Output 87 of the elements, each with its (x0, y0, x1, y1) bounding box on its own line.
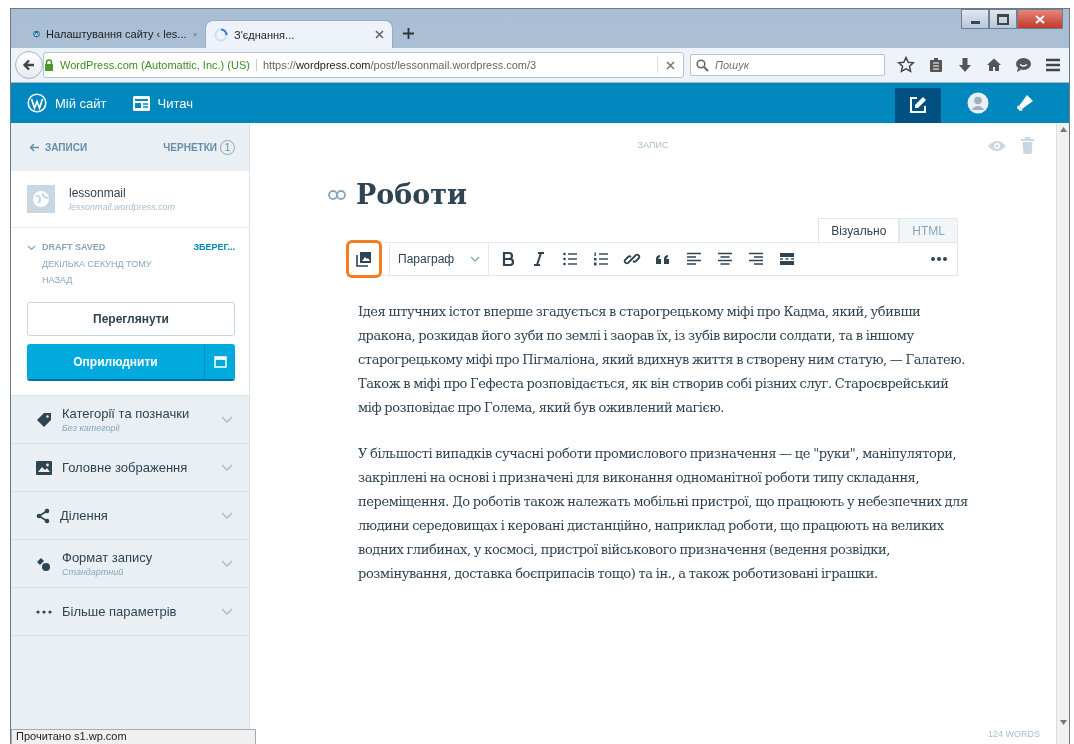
chat-icon[interactable] (1015, 57, 1032, 73)
url-text: https://wordpress.com/post/lessonmail.wordpress.com/3 (262, 59, 538, 71)
more-icon (36, 609, 52, 614)
maximize-icon[interactable] (989, 9, 1017, 29)
write-button[interactable] (895, 87, 941, 123)
section-title: Ділення (60, 508, 109, 523)
section-title: Категорії та позначки (62, 406, 191, 421)
media-icon (355, 250, 373, 268)
section-subtitle: Стандартний (62, 567, 125, 577)
sidebar-section[interactable]: Категорії та позначки Без категорії (11, 396, 249, 444)
close-tab-icon[interactable] (375, 30, 384, 39)
add-media-button[interactable] (346, 240, 382, 278)
menu-icon[interactable] (1045, 58, 1061, 72)
lock-icon (44, 59, 54, 71)
editor-mode-tab[interactable]: Візуально (818, 218, 900, 242)
scrollbar[interactable] (1056, 123, 1069, 744)
post-paragraph: У більшості випадків сучасні роботи промислового призначення — це "руки", маніпулятори, закріплені на основі і призначені для виконання одноманітної роботи типу складання, переміщення. До роботів також належать мобільні пристрої, що працюють у небезпечних для людини середовищах і керовані дистанційно, наприклад роботи, що працюють на великих водних глибинах, у космосі, пристрої військового призначення (ведення розвідки, розмінування, доставка боєприпасів тощо) та ін., а також роботизовані іграшки. (358, 445, 969, 583)
clear-icon[interactable] (666, 60, 675, 70)
calendar-icon (213, 355, 227, 368)
chevron-down-icon (221, 416, 233, 423)
site-address: lessonmail.wordpress.com (69, 202, 176, 212)
browser-tab[interactable]: Налаштування сайту ‹ les... (25, 20, 205, 48)
section-subtitle: Без категорії (62, 423, 122, 433)
back-button[interactable] (15, 51, 43, 79)
close-icon[interactable] (1017, 9, 1063, 29)
star-icon[interactable] (897, 56, 915, 74)
address-bar[interactable]: WordPress.com (Automattic, Inc.) (US) https://wordpress.com/post/lessonmail.wordpress.com/3 (43, 52, 684, 78)
download-icon[interactable] (957, 57, 973, 73)
chevron-down-icon[interactable] (27, 245, 36, 251)
ul-icon (561, 250, 579, 268)
section-title: Формат запису (62, 550, 154, 565)
format-icon (36, 555, 52, 572)
right-icon (747, 250, 765, 268)
scroll-down-icon[interactable] (1059, 720, 1067, 725)
reading-list-icon[interactable] (928, 57, 944, 73)
site-globe-icon (27, 185, 55, 213)
section-title: Головне зображення (62, 460, 189, 475)
loading-spinner-icon (214, 27, 228, 42)
format-dropdown[interactable]: Параграф (389, 243, 489, 275)
masterbar-link[interactable]: Мій сайт (27, 93, 107, 113)
link-icon[interactable] (328, 189, 346, 200)
image-icon (36, 460, 52, 475)
post-title[interactable]: Роботи (356, 179, 468, 210)
search-field[interactable]: Пошук (690, 54, 885, 76)
share-icon (36, 507, 50, 524)
chevron-down-icon (221, 512, 233, 519)
home-icon[interactable] (986, 57, 1002, 73)
site-name: lessonmail (69, 186, 127, 200)
preview-button[interactable]: Переглянути (27, 302, 235, 336)
tag-icon (36, 411, 52, 428)
chevron-down-icon (221, 608, 233, 615)
status-text: Прочитано s1.wp.com (11, 729, 256, 744)
scroll-up-icon[interactable] (1059, 127, 1067, 132)
pencil-square-icon (908, 95, 928, 115)
left-icon (685, 250, 703, 268)
post-paragraph: Ідея штучних істот вперше згадується в старогрецькому міфі про Кадма, який, убивши дракона, розкидав його зуби по землі і заорав їх, із зубів виросли солдати, та в іншому старогрецькому міфі про Пігмаліона, який вдихнув життя в створену ним статую, — Галатею. Також в міфі про Гефеста розповідається, як він створив собі різних слуг. Староєврейський міф розповідає про Голема, який був оживлений магією. (358, 303, 966, 417)
chevron-down-icon (221, 560, 233, 567)
word-count: 124 WORDS (988, 729, 1040, 739)
sidebar-section[interactable]: Формат запису Стандартний (11, 540, 249, 588)
browser-tab[interactable]: З'єднання... (205, 20, 393, 48)
tab-title: Налаштування сайту ‹ les... (46, 28, 187, 40)
minimize-icon[interactable] (961, 9, 989, 29)
chevron-down-icon (221, 464, 233, 471)
sidebar-section[interactable]: Ділення (11, 492, 249, 540)
ol-icon (592, 250, 610, 268)
section-heading: ЗАПИС (637, 140, 669, 150)
sidebar-section[interactable]: Більше параметрів (11, 588, 249, 636)
avatar-icon[interactable] (967, 92, 989, 114)
reader-icon (132, 95, 150, 111)
back-arrow-icon (22, 58, 36, 72)
more-icon (778, 250, 796, 268)
section-title: Більше параметрів (62, 604, 178, 619)
draft-time: ДЕКІЛЬКА СЕКУНД ТОМУ НАЗАД (42, 258, 153, 287)
wordpress-logo-icon (27, 93, 47, 113)
chevron-down-icon (470, 256, 480, 262)
schedule-button[interactable] (204, 344, 235, 379)
tab-title: З'єднання... (234, 28, 296, 41)
masterbar-link[interactable]: Читач (132, 95, 193, 111)
center-icon (716, 250, 734, 268)
back-arrow-icon (29, 142, 40, 152)
draft-status: DRAFT SAVED (42, 242, 107, 252)
new-tab-icon[interactable] (403, 28, 414, 39)
save-link[interactable]: ЗБЕРЕГ... (193, 242, 235, 252)
site-identity: WordPress.com (Automattic, Inc.) (US) (60, 59, 257, 71)
sidebar-section[interactable]: Головне зображення (11, 444, 249, 492)
dots-icon (930, 257, 948, 261)
search-icon (696, 59, 709, 72)
